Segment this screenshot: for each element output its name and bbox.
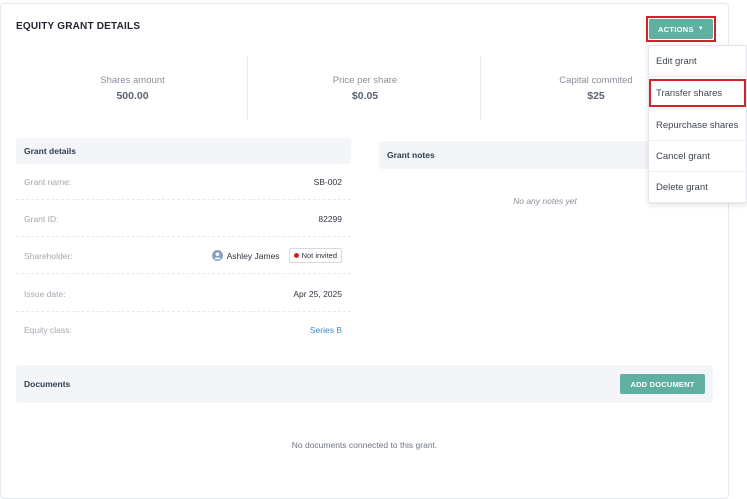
menu-item-repurchase-shares[interactable]: Repurchase shares	[649, 110, 747, 141]
detail-row-issue-date: Issue date: Apr 25, 2025	[16, 276, 351, 312]
actions-button[interactable]: ACTIONS ▼	[649, 19, 713, 39]
stat-price-per-share: Price per share $0.05	[290, 75, 440, 102]
stat-divider	[480, 56, 481, 120]
detail-label: Grant ID:	[24, 213, 59, 224]
actions-label: ACTIONS	[657, 24, 694, 34]
detail-label: Grant name:	[24, 176, 72, 187]
avatar	[211, 250, 223, 261]
detail-value: Apr 25, 2025	[293, 288, 342, 299]
stat-divider	[247, 56, 248, 120]
stat-value: 500.00	[116, 90, 149, 102]
grant-details-header: Grant details	[16, 138, 351, 164]
menu-item-cancel-grant[interactable]: Cancel grant	[649, 141, 747, 172]
add-document-button[interactable]: ADD DOCUMENT	[620, 374, 705, 394]
equity-class-link[interactable]: Series B	[310, 325, 342, 335]
shareholder-name: Ashley James	[226, 250, 280, 261]
status-dot-icon	[293, 253, 299, 258]
no-documents-message: No documents connected to this grant.	[291, 440, 438, 450]
detail-label: Issue date:	[24, 288, 66, 299]
detail-label: Shareholder:	[24, 250, 73, 261]
shareholder-info[interactable]: Ashley James Not invited	[211, 248, 342, 263]
stat-label: Shares amount	[100, 75, 165, 86]
detail-row-grant-id: Grant ID: 82299	[16, 201, 351, 237]
stat-label: Price per share	[332, 75, 398, 86]
documents-header: Documents ADD DOCUMENT	[16, 365, 713, 403]
no-notes-message: No any notes yet	[513, 196, 577, 206]
stat-value: $0.05	[351, 90, 379, 102]
detail-row-grant-name: Grant name: SB-002	[16, 164, 351, 200]
menu-item-delete-grant[interactable]: Delete grant	[649, 172, 747, 203]
detail-value: 82299	[318, 213, 342, 224]
detail-label: Equity class:	[24, 325, 72, 335]
status-badge: Not invited	[288, 248, 342, 263]
detail-row-equity-class: Equity class: Series B	[16, 312, 351, 348]
detail-row-shareholder: Shareholder: Ashley James Not invited	[16, 238, 351, 274]
menu-item-edit-grant[interactable]: Edit grant	[649, 46, 747, 77]
actions-dropdown-menu: Edit grant Transfer shares Repurchase sh…	[648, 45, 747, 203]
transfer-shares-highlight	[649, 79, 746, 107]
chevron-down-icon: ▼	[697, 26, 705, 32]
documents-title: Documents	[24, 379, 71, 389]
user-icon	[214, 252, 221, 260]
stat-shares-amount: Shares amount 500.00	[60, 75, 205, 102]
page-title: EQUITY GRANT DETAILS	[16, 21, 141, 32]
detail-value: SB-002	[313, 176, 342, 187]
status-badge-label: Not invited	[301, 251, 337, 260]
